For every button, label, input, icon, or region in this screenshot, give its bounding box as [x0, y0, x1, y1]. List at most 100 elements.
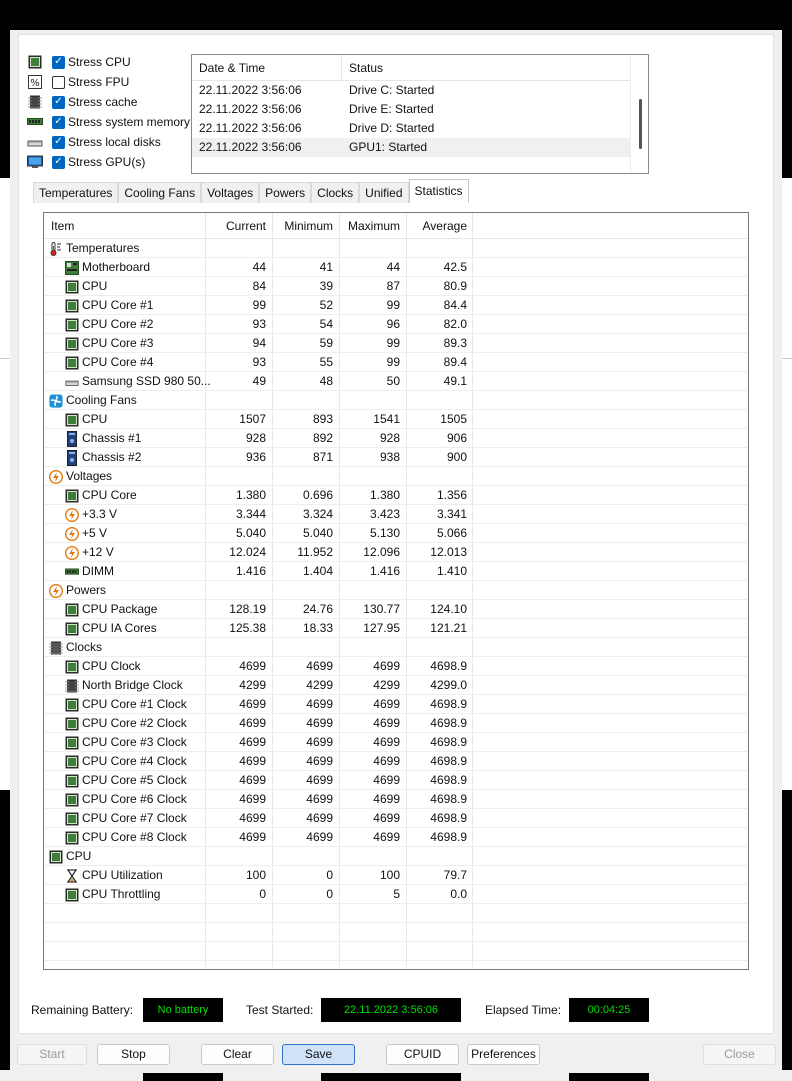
average-value: 42.5 [443, 260, 467, 274]
header-maximum[interactable]: Maximum [340, 213, 400, 239]
test-started-label: Test Started: [246, 1003, 314, 1017]
row-label: Motherboard [82, 260, 151, 274]
minimum-value: 55 [319, 355, 333, 369]
clear-button[interactable]: Clear [201, 1044, 274, 1065]
row-label: CPU Core #1 [82, 298, 154, 312]
cpu-chip-icon [65, 888, 79, 902]
group-row[interactable]: Temperatures [44, 239, 748, 258]
current-value: 4699 [239, 735, 266, 749]
log-scrollbar[interactable] [630, 55, 648, 173]
tab-temperatures[interactable]: Temperatures [33, 182, 119, 203]
stress-checkbox[interactable] [52, 95, 65, 109]
log-row[interactable]: 22.11.2022 3:56:06 Drive C: Started [192, 81, 630, 100]
table-row[interactable]: DIMM 1.416 1.404 1.416 1.410 [44, 562, 748, 581]
table-row[interactable]: CPU Core #4 93 55 99 89.4 [44, 353, 748, 372]
table-row[interactable]: CPU Clock 4699 4699 4699 4698.9 [44, 657, 748, 676]
table-row[interactable]: CPU 1507 893 1541 1505 [44, 410, 748, 429]
tab-cooling-fans[interactable]: Cooling Fans [118, 182, 202, 203]
stop-button[interactable]: Stop [97, 1044, 170, 1065]
log-col-datetime[interactable]: Date & Time [192, 55, 342, 80]
stress-option[interactable]: Stress local disks [27, 132, 197, 152]
motherboard-icon [65, 260, 79, 275]
header-current[interactable]: Current [206, 213, 266, 239]
table-row[interactable]: CPU Core #8 Clock 4699 4699 4699 4698.9 [44, 828, 748, 847]
table-row[interactable]: CPU 84 39 87 80.9 [44, 277, 748, 296]
table-row[interactable]: CPU Core #1 99 52 99 84.4 [44, 296, 748, 315]
table-row[interactable]: CPU Core #2 93 54 96 82.0 [44, 315, 748, 334]
table-row[interactable]: CPU Package 128.19 24.76 130.77 124.10 [44, 600, 748, 619]
log-row[interactable]: 22.11.2022 3:56:06 Drive D: Started [192, 119, 630, 138]
preferences-button[interactable]: Preferences [467, 1044, 540, 1065]
group-row[interactable]: CPU [44, 847, 748, 866]
table-row[interactable]: Chassis #1 928 892 928 906 [44, 429, 748, 448]
stress-checkbox[interactable] [52, 155, 65, 169]
log-row[interactable]: 22.11.2022 3:56:06 Drive E: Started [192, 100, 630, 119]
tab-powers[interactable]: Powers [259, 182, 312, 203]
table-row[interactable]: CPU Core #7 Clock 4699 4699 4699 4698.9 [44, 809, 748, 828]
row-label: CPU Core [82, 488, 137, 502]
stress-option[interactable]: Stress GPU(s) [27, 152, 197, 172]
current-value: 928 [245, 431, 266, 445]
log-col-status[interactable]: Status [342, 55, 630, 80]
table-row[interactable]: North Bridge Clock 4299 4299 4299 4299.0 [44, 676, 748, 695]
stress-option[interactable]: Stress system memory [27, 112, 197, 132]
log-row[interactable]: 22.11.2022 3:56:06 GPU1: Started [192, 138, 630, 157]
maximum-value: 130.77 [363, 602, 400, 616]
header-minimum[interactable]: Minimum [273, 213, 333, 239]
row-label: CPU Package [82, 602, 158, 616]
maximum-value: 5 [393, 887, 400, 901]
header-item[interactable]: Item [51, 213, 74, 239]
table-row[interactable]: Motherboard 44 41 44 42.5 [44, 258, 748, 277]
fan-icon [49, 393, 63, 408]
group-row[interactable]: Cooling Fans [44, 391, 748, 410]
header-average[interactable]: Average [407, 213, 467, 239]
scrollbar-thumb[interactable] [639, 99, 642, 149]
table-row[interactable]: Samsung SSD 980 50... 49 48 50 49.1 [44, 372, 748, 391]
cpuid-button[interactable]: CPUID [386, 1044, 459, 1065]
maximum-value: 5.130 [369, 526, 400, 540]
table-row[interactable]: CPU Core #3 Clock 4699 4699 4699 4698.9 [44, 733, 748, 752]
table-row[interactable]: +5 V 5.040 5.040 5.130 5.066 [44, 524, 748, 543]
stress-checkbox[interactable] [52, 75, 65, 89]
table-row[interactable]: CPU Core #1 Clock 4699 4699 4699 4698.9 [44, 695, 748, 714]
start-button[interactable]: Start [17, 1044, 87, 1065]
table-row[interactable]: +12 V 12.024 11.952 12.096 12.013 [44, 543, 748, 562]
minimum-value: 11.952 [297, 545, 333, 559]
stress-option[interactable]: % Stress FPU [27, 72, 197, 92]
table-row[interactable]: CPU Core #2 Clock 4699 4699 4699 4698.9 [44, 714, 748, 733]
tab-clocks[interactable]: Clocks [311, 182, 360, 203]
table-row[interactable]: CPU Core #3 94 59 99 89.3 [44, 334, 748, 353]
table-row[interactable]: Chassis #2 936 871 938 900 [44, 448, 748, 467]
background-bottom [0, 1070, 792, 1081]
stress-checkbox[interactable] [52, 115, 65, 129]
background-block [569, 1073, 649, 1081]
stress-checkbox[interactable] [52, 55, 65, 69]
average-value: 124.10 [430, 602, 467, 616]
table-row[interactable]: CPU Core #4 Clock 4699 4699 4699 4698.9 [44, 752, 748, 771]
tab-voltages[interactable]: Voltages [201, 182, 260, 203]
save-button[interactable]: Save [282, 1044, 355, 1065]
group-row[interactable]: Voltages [44, 467, 748, 486]
table-row[interactable]: CPU Core 1.380 0.696 1.380 1.356 [44, 486, 748, 505]
table-row[interactable]: +3.3 V 3.344 3.324 3.423 3.341 [44, 505, 748, 524]
table-row[interactable]: CPU Throttling 0 0 5 0.0 [44, 885, 748, 904]
current-value: 1507 [239, 412, 266, 426]
average-value: 5.066 [436, 526, 467, 540]
bolt-icon [65, 526, 79, 541]
table-row[interactable]: CPU Core #6 Clock 4699 4699 4699 4698.9 [44, 790, 748, 809]
group-row[interactable]: Clocks [44, 638, 748, 657]
tab-unified[interactable]: Unified [359, 182, 409, 203]
group-row[interactable]: Powers [44, 581, 748, 600]
stress-option[interactable]: Stress cache [27, 92, 197, 112]
row-label: CPU Clock [82, 659, 141, 673]
stress-checkbox[interactable] [52, 135, 65, 149]
average-value: 4698.9 [430, 735, 467, 749]
stress-option[interactable]: Stress CPU [27, 52, 197, 72]
table-row[interactable]: CPU Core #5 Clock 4699 4699 4699 4698.9 [44, 771, 748, 790]
maximum-value: 96 [386, 317, 400, 331]
table-row[interactable]: CPU IA Cores 125.38 18.33 127.95 121.21 [44, 619, 748, 638]
close-button[interactable]: Close [703, 1044, 776, 1065]
tab-statistics[interactable]: Statistics [408, 179, 469, 203]
current-value: 4699 [239, 754, 266, 768]
table-row[interactable]: CPU Utilization 100 0 100 79.7 [44, 866, 748, 885]
